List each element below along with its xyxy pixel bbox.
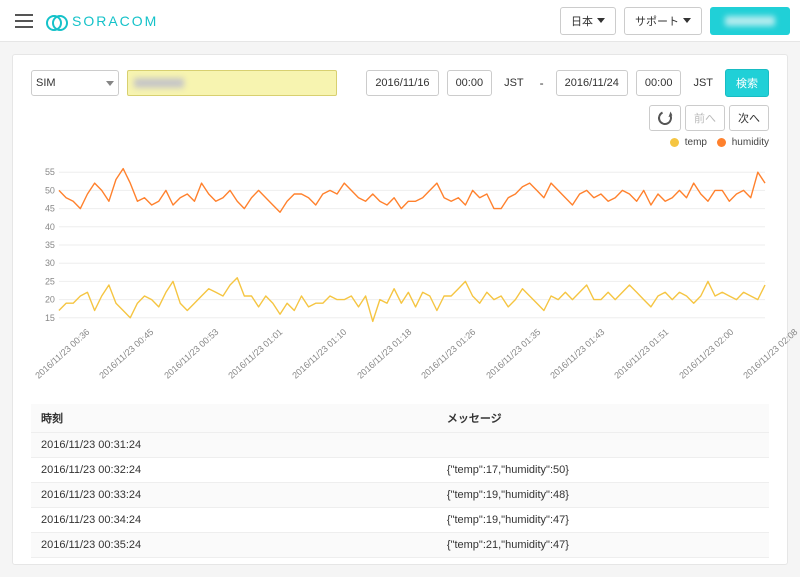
chevron-down-icon (683, 18, 691, 23)
chevron-down-icon (106, 81, 114, 86)
cell-msg (437, 433, 769, 458)
timeseries-chart: 15 20 25 30 35 40 45 50 55 (31, 150, 769, 340)
menu-icon[interactable] (10, 7, 38, 35)
svg-text:45: 45 (45, 204, 55, 214)
cell-time: 2016/11/23 00:34:24 (31, 508, 437, 533)
date-to-input[interactable]: 2016/11/24 (556, 70, 628, 96)
col-time-header: 時刻 (31, 404, 437, 433)
locale-dropdown[interactable]: 日本 (560, 7, 616, 35)
search-button[interactable]: 検索 (725, 69, 769, 97)
cell-time: 2016/11/23 00:33:24 (31, 483, 437, 508)
cell-msg: {"temp":19,"humidity":47} (437, 508, 769, 533)
cell-msg: {"temp":21,"humidity":47} (437, 533, 769, 558)
resource-type-select[interactable]: SIM (31, 70, 119, 96)
col-msg-header: メッセージ (437, 404, 769, 433)
svg-text:50: 50 (45, 185, 55, 195)
table-row: 2016/11/23 00:32:24{"temp":17,"humidity"… (31, 458, 769, 483)
table-row: 2016/11/23 00:33:24{"temp":19,"humidity"… (31, 483, 769, 508)
support-dropdown[interactable]: サポート (624, 7, 702, 35)
user-name-redacted (725, 16, 775, 26)
svg-text:20: 20 (45, 295, 55, 305)
sim-id-redacted (134, 78, 184, 88)
svg-text:40: 40 (45, 222, 55, 232)
chart-x-axis-labels: 2016/11/23 00:362016/11/23 00:452016/11/… (31, 346, 769, 396)
main-panel: SIM 2016/11/16 00:00 JST - 2016/11/24 00… (12, 54, 788, 565)
cell-time: 2016/11/23 00:32:24 (31, 458, 437, 483)
time-to-input[interactable]: 00:00 (636, 70, 682, 96)
support-label: サポート (635, 13, 679, 29)
cell-time: 2016/11/23 00:35:24 (31, 533, 437, 558)
svg-text:55: 55 (45, 167, 55, 177)
refresh-icon (656, 109, 674, 127)
table-row: 2016/11/23 00:34:24{"temp":19,"humidity"… (31, 508, 769, 533)
logo-icon (46, 11, 66, 31)
cell-msg: {"temp":19,"humidity":48} (437, 483, 769, 508)
pagination-row: 前へ 次へ (31, 105, 769, 131)
table-row: 2016/11/23 00:31:24 (31, 433, 769, 458)
tz-to-label: JST (689, 77, 717, 89)
time-from-input[interactable]: 00:00 (447, 70, 493, 96)
resource-type-label: SIM (36, 77, 56, 89)
locale-label: 日本 (571, 13, 593, 29)
prev-button[interactable]: 前へ (685, 105, 725, 131)
svg-text:30: 30 (45, 258, 55, 268)
sim-id-input[interactable] (127, 70, 337, 96)
svg-text:35: 35 (45, 240, 55, 250)
user-chip[interactable] (710, 7, 790, 35)
cell-msg: {"temp":17,"humidity":50} (437, 458, 769, 483)
svg-text:25: 25 (45, 276, 55, 286)
tz-from-label: JST (500, 77, 528, 89)
topbar: SORACOM 日本 サポート (0, 0, 800, 42)
chart-legend: temp humidity (31, 137, 769, 148)
date-from-input[interactable]: 2016/11/16 (366, 70, 438, 96)
swatch-humidity (717, 138, 726, 147)
swatch-temp (670, 138, 679, 147)
date-range-separator: - (536, 76, 548, 90)
table-row: 2016/11/23 00:35:24{"temp":21,"humidity"… (31, 533, 769, 558)
legend-temp: temp (670, 137, 707, 148)
brand-logo[interactable]: SORACOM (46, 11, 158, 31)
legend-humidity: humidity (717, 137, 769, 148)
svg-text:15: 15 (45, 313, 55, 323)
refresh-button[interactable] (649, 105, 681, 131)
chevron-down-icon (597, 18, 605, 23)
brand-name: SORACOM (72, 13, 158, 29)
filter-row: SIM 2016/11/16 00:00 JST - 2016/11/24 00… (31, 69, 769, 97)
next-button[interactable]: 次へ (729, 105, 769, 131)
message-table: 時刻 メッセージ 2016/11/23 00:31:242016/11/23 0… (31, 404, 769, 558)
cell-time: 2016/11/23 00:31:24 (31, 433, 437, 458)
